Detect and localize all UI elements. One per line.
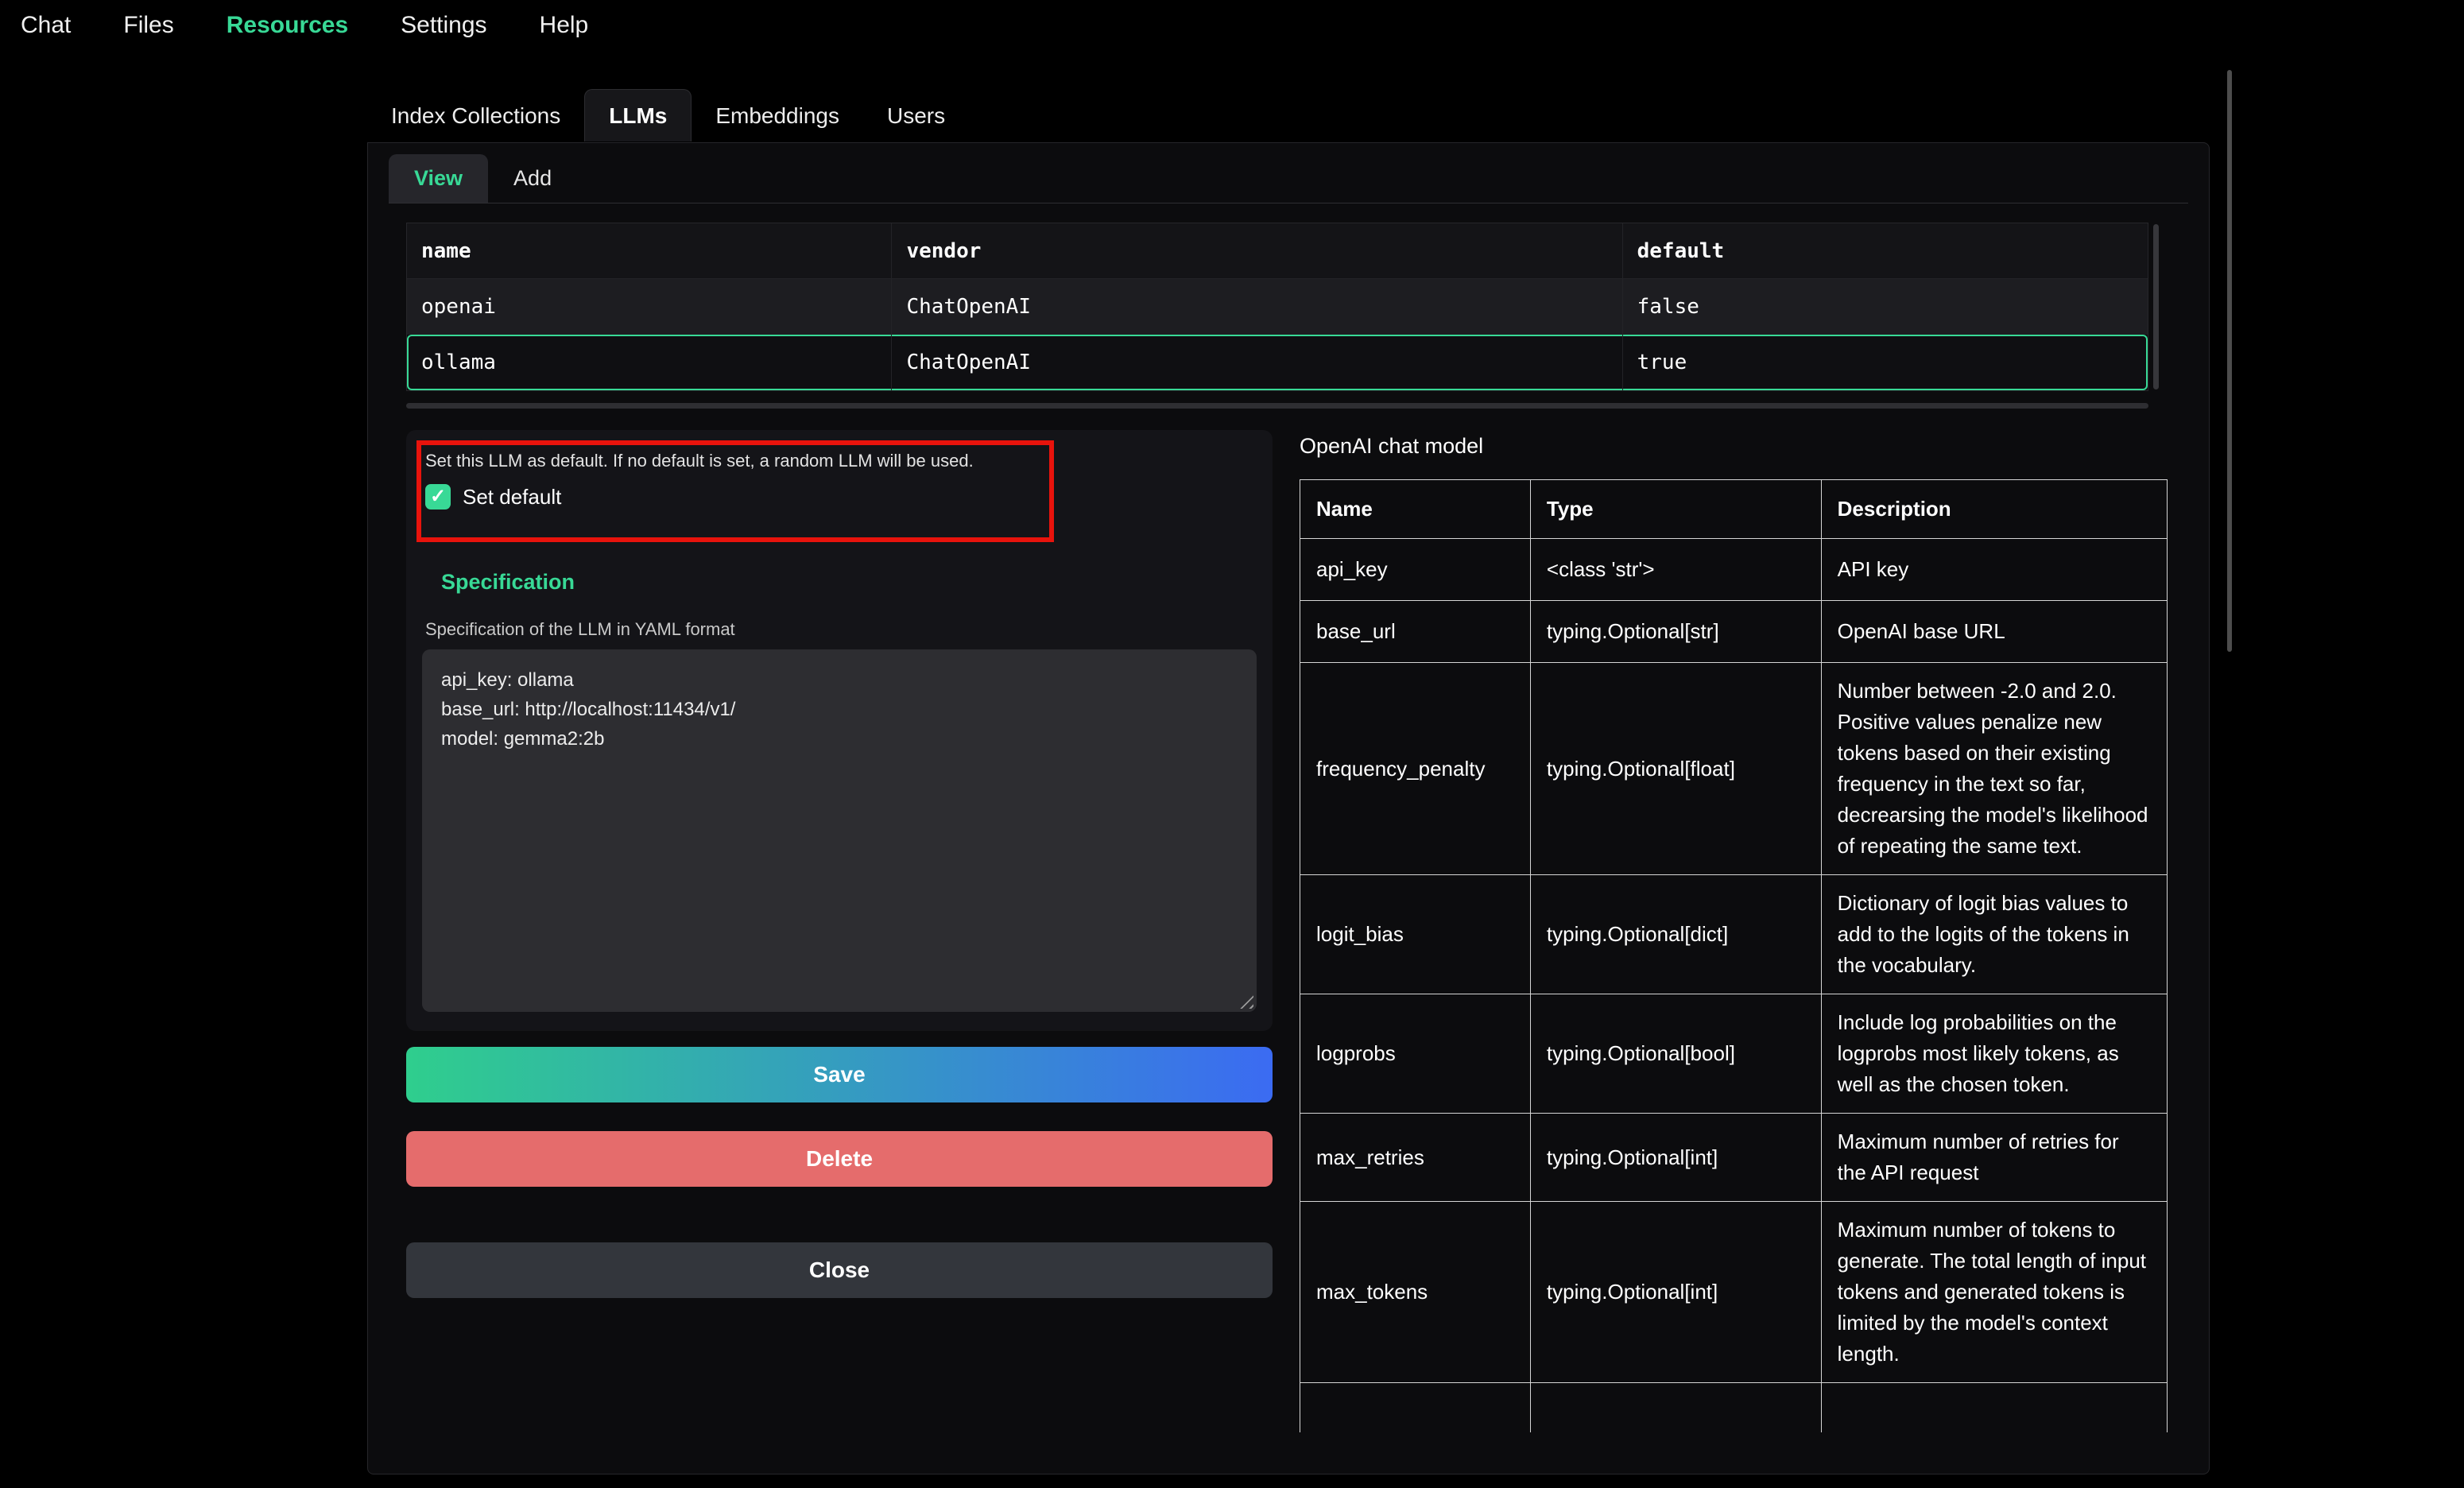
save-button[interactable]: Save xyxy=(406,1047,1273,1102)
tab-embeddings[interactable]: Embeddings xyxy=(692,90,863,141)
tab-llms[interactable]: LLMs xyxy=(584,89,692,141)
specification-hint: Specification of the LLM in YAML format xyxy=(425,619,735,640)
llm-cell-name: openai xyxy=(407,279,891,335)
check-icon: ✓ xyxy=(430,487,446,506)
llm-cell-vendor: ChatOpenAI xyxy=(891,279,1621,335)
param-description: Maximum number of retries for the API re… xyxy=(1821,1114,2167,1202)
param-row-frequency-penalty: frequency_penalty typing.Optional[float]… xyxy=(1300,663,2168,875)
param-type: typing.Optional[bool] xyxy=(1530,994,1821,1114)
param-type: <class 'str'> xyxy=(1530,539,1821,601)
close-button[interactable]: Close xyxy=(406,1242,1273,1298)
set-default-checkbox[interactable]: ✓ xyxy=(425,484,451,510)
llm-row-ollama-selected[interactable]: ollama ChatOpenAI true xyxy=(407,335,2148,390)
set-default-row: ✓ Set default xyxy=(425,484,561,510)
nav-item-chat[interactable]: Chat xyxy=(21,12,71,39)
nav-item-resources[interactable]: Resources xyxy=(227,12,348,39)
param-name: base_url xyxy=(1300,601,1531,663)
top-navbar: Chat Files Resources Settings Help xyxy=(0,0,2464,51)
param-type: typing.Optional[str] xyxy=(1530,601,1821,663)
page-vertical-scrollbar[interactable] xyxy=(2227,70,2232,652)
table-vertical-scrollbar[interactable] xyxy=(2153,224,2159,389)
nav-item-help[interactable]: Help xyxy=(540,12,589,39)
subtab-add[interactable]: Add xyxy=(488,154,577,203)
llm-detail-card: Set this LLM as default. If no default i… xyxy=(406,430,1273,1031)
param-description: Include log probabilities on the logprob… xyxy=(1821,994,2167,1114)
param-row-api-key: api_key <class 'str'> API key xyxy=(1300,539,2168,601)
param-type: typing.Optional[float] xyxy=(1530,663,1821,875)
param-header-type: Type xyxy=(1530,480,1821,539)
param-type: typing.Optional[dict] xyxy=(1530,875,1821,994)
param-name: max_retries xyxy=(1300,1114,1531,1202)
llm-cell-vendor: ChatOpenAI xyxy=(891,335,1621,390)
param-name: logit_bias xyxy=(1300,875,1531,994)
set-default-hint: Set this LLM as default. If no default i… xyxy=(425,451,1236,471)
llms-panel: View Add name vendor default openai Chat… xyxy=(367,142,2210,1474)
param-name: logprobs xyxy=(1300,994,1531,1114)
param-description: Dictionary of logit bias values to add t… xyxy=(1821,875,2167,994)
subtab-view[interactable]: View xyxy=(389,154,488,203)
yaml-spec-textarea[interactable]: api_key: ollama base_url: http://localho… xyxy=(422,649,1257,1012)
tab-index-collections[interactable]: Index Collections xyxy=(367,90,584,141)
param-name: frequency_penalty xyxy=(1300,663,1531,875)
param-row-logit-bias: logit_bias typing.Optional[dict] Diction… xyxy=(1300,875,2168,994)
param-type: typing.Optional[int] xyxy=(1530,1202,1821,1383)
param-row-base-url: base_url typing.Optional[str] OpenAI bas… xyxy=(1300,601,2168,663)
specification-heading: Specification xyxy=(441,570,575,595)
model-params-table: Name Type Description api_key <class 'st… xyxy=(1300,479,2168,1432)
nav-item-files[interactable]: Files xyxy=(123,12,173,39)
param-description: Number between -2.0 and 2.0. Positive va… xyxy=(1821,663,2167,875)
param-type: typing.Optional[int] xyxy=(1530,1114,1821,1202)
param-name: api_key xyxy=(1300,539,1531,601)
llm-cell-default: true xyxy=(1622,335,2148,390)
llm-cell-name: ollama xyxy=(407,335,891,390)
param-description: Maximum number of tokens to generate. Th… xyxy=(1821,1202,2167,1383)
llm-cell-default: false xyxy=(1622,279,2148,335)
param-row-max-retries: max_retries typing.Optional[int] Maximum… xyxy=(1300,1114,2168,1202)
view-add-subtabs: View Add xyxy=(389,154,2188,203)
llm-header-vendor: vendor xyxy=(891,223,1621,278)
param-row-partial xyxy=(1300,1383,2168,1432)
param-row-max-tokens: max_tokens typing.Optional[int] Maximum … xyxy=(1300,1202,2168,1383)
set-default-label: Set default xyxy=(463,485,561,510)
table-horizontal-scrollbar[interactable] xyxy=(406,403,2148,409)
resource-tabs: Index Collections LLMs Embeddings Users xyxy=(367,89,969,141)
param-description: API key xyxy=(1821,539,2167,601)
param-description: OpenAI base URL xyxy=(1821,601,2167,663)
llm-list-table: name vendor default openai ChatOpenAI fa… xyxy=(406,223,2148,391)
llm-header-default: default xyxy=(1622,223,2148,278)
llm-row-openai[interactable]: openai ChatOpenAI false xyxy=(407,279,2148,335)
model-info-title: OpenAI chat model xyxy=(1300,434,1483,459)
param-name: max_tokens xyxy=(1300,1202,1531,1383)
param-row-logprobs: logprobs typing.Optional[bool] Include l… xyxy=(1300,994,2168,1114)
model-params-container: Name Type Description api_key <class 'st… xyxy=(1300,479,2169,1473)
param-header-name: Name xyxy=(1300,480,1531,539)
llm-header-name: name xyxy=(407,223,891,278)
nav-item-settings[interactable]: Settings xyxy=(401,12,486,39)
param-header-description: Description xyxy=(1821,480,2167,539)
delete-button[interactable]: Delete xyxy=(406,1131,1273,1187)
llm-table-header-row: name vendor default xyxy=(407,223,2148,279)
tab-users[interactable]: Users xyxy=(863,90,969,141)
param-header-row: Name Type Description xyxy=(1300,480,2168,539)
app-window: Chat Files Resources Settings Help Index… xyxy=(0,0,2464,1488)
